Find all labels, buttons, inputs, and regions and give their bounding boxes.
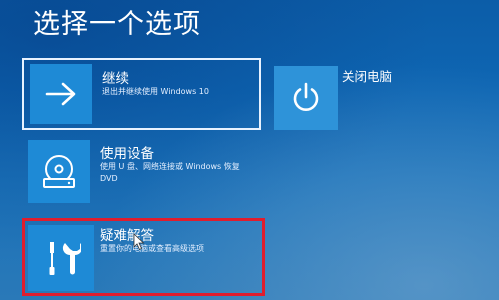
mouse-cursor-icon bbox=[133, 233, 145, 251]
use-device-option[interactable]: 使用设备 使用 U 盘、网络连接或 Windows 恢复 DVD bbox=[22, 140, 261, 206]
shutdown-icon-box bbox=[274, 66, 338, 130]
use-device-description-line2: DVD bbox=[100, 174, 118, 183]
shutdown-option[interactable]: 关闭电脑 bbox=[272, 64, 432, 134]
continue-icon-box bbox=[30, 64, 92, 124]
continue-option[interactable]: 继续 退出并继续使用 Windows 10 bbox=[22, 58, 261, 130]
use-device-description: 使用 U 盘、网络连接或 Windows 恢复 DVD bbox=[100, 161, 240, 185]
continue-description: 退出并继续使用 Windows 10 bbox=[102, 87, 209, 96]
page-title: 选择一个选项 bbox=[33, 9, 201, 40]
arrow-right-icon bbox=[45, 82, 76, 106]
use-device-icon-box bbox=[28, 140, 90, 203]
use-device-description-line1: 使用 U 盘、网络连接或 Windows 恢复 bbox=[100, 162, 240, 171]
troubleshoot-description: 重置你的电脑或查看高级选项 bbox=[100, 244, 204, 253]
troubleshoot-option[interactable]: 疑难解答 重置你的电脑或查看高级选项 bbox=[22, 218, 265, 296]
use-device-title: 使用设备 bbox=[100, 146, 154, 162]
troubleshoot-title: 疑难解答 bbox=[100, 228, 154, 244]
wrench-screwdriver-icon bbox=[49, 242, 81, 275]
continue-title: 继续 bbox=[102, 71, 129, 87]
troubleshoot-icon-box bbox=[28, 225, 94, 291]
disc-drive-icon bbox=[43, 154, 75, 188]
shutdown-title: 关闭电脑 bbox=[342, 69, 393, 84]
power-icon bbox=[293, 82, 319, 111]
